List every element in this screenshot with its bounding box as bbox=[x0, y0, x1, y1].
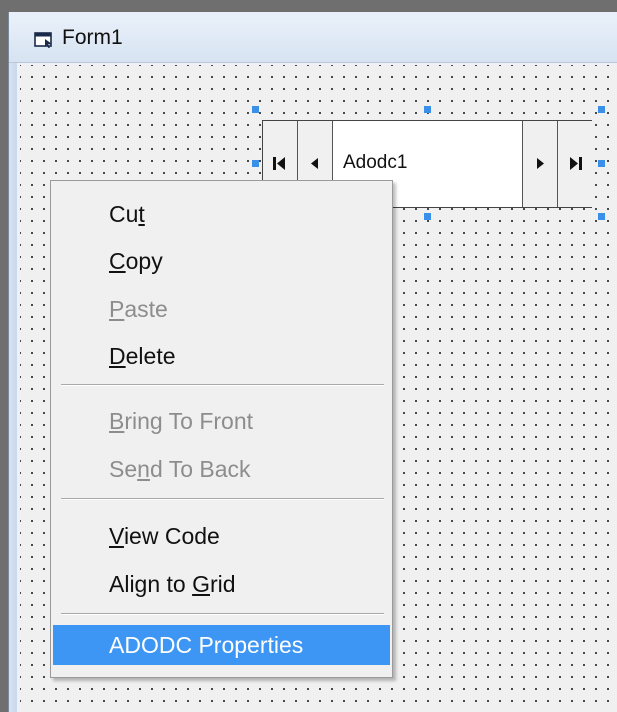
menu-item-cut[interactable]: Cut bbox=[53, 194, 390, 234]
menu-item-accelerator: t bbox=[138, 201, 145, 227]
menu-separator bbox=[61, 498, 384, 500]
context-menu: Cut Copy Paste Delete Bring To Front Sen… bbox=[50, 180, 393, 678]
menu-item-text: iew Code bbox=[123, 523, 220, 549]
menu-item-copy[interactable]: Copy bbox=[53, 241, 390, 281]
resize-handle-right[interactable] bbox=[598, 160, 605, 167]
menu-item-text: aste bbox=[124, 296, 168, 322]
resize-handle-bottom-right[interactable] bbox=[598, 213, 605, 220]
menu-item-text: elete bbox=[125, 343, 176, 369]
menu-item-paste[interactable]: Paste bbox=[53, 289, 390, 329]
menu-item-accelerator: n bbox=[137, 456, 150, 482]
menu-item-accelerator: D bbox=[109, 343, 126, 369]
menu-item-text: Align to bbox=[109, 571, 193, 597]
window-title: Form1 bbox=[62, 26, 123, 49]
resize-handle-top-left[interactable] bbox=[252, 106, 259, 113]
menu-item-adodc-properties[interactable]: ADODC Properties bbox=[53, 625, 390, 665]
menu-item-text: opy bbox=[125, 248, 163, 274]
menu-separator bbox=[61, 384, 384, 386]
menu-item-text: ADODC Properties bbox=[109, 632, 304, 658]
resize-handle-top[interactable] bbox=[424, 106, 431, 113]
move-first-icon bbox=[273, 157, 285, 170]
menu-item-align-to-grid[interactable]: Align to Grid bbox=[53, 564, 390, 604]
menu-item-text: d To Back bbox=[149, 456, 251, 482]
move-last-button[interactable] bbox=[557, 121, 592, 207]
menu-item-bring-to-front[interactable]: Bring To Front bbox=[53, 401, 390, 441]
menu-separator bbox=[61, 613, 384, 615]
resize-handle-left[interactable] bbox=[252, 160, 259, 167]
menu-item-accelerator: P bbox=[109, 296, 125, 322]
move-next-icon bbox=[537, 158, 544, 169]
window-frame-left bbox=[9, 63, 17, 712]
resize-handle-top-right[interactable] bbox=[598, 106, 605, 113]
menu-item-text: ring To Front bbox=[124, 408, 254, 434]
resize-handle-bottom[interactable] bbox=[424, 213, 431, 220]
menu-item-delete[interactable]: Delete bbox=[53, 336, 390, 376]
menu-item-accelerator: B bbox=[109, 408, 125, 434]
adodc-caption: Adodc1 bbox=[343, 152, 408, 173]
menu-item-text: rid bbox=[210, 571, 236, 597]
menu-item-text: Se bbox=[109, 456, 138, 482]
menu-item-text: Cu bbox=[109, 201, 139, 227]
move-next-button[interactable] bbox=[522, 121, 557, 207]
move-last-icon bbox=[570, 157, 582, 170]
menu-item-view-code[interactable]: View Code bbox=[53, 516, 390, 556]
menu-item-accelerator: V bbox=[109, 523, 124, 549]
menu-item-accelerator: C bbox=[109, 248, 126, 274]
menu-item-accelerator: G bbox=[192, 571, 210, 597]
move-previous-icon bbox=[311, 158, 318, 169]
form-icon bbox=[34, 32, 52, 48]
menu-item-send-to-back[interactable]: Send To Back bbox=[53, 449, 390, 489]
title-bar[interactable]: Form1 bbox=[9, 12, 617, 63]
